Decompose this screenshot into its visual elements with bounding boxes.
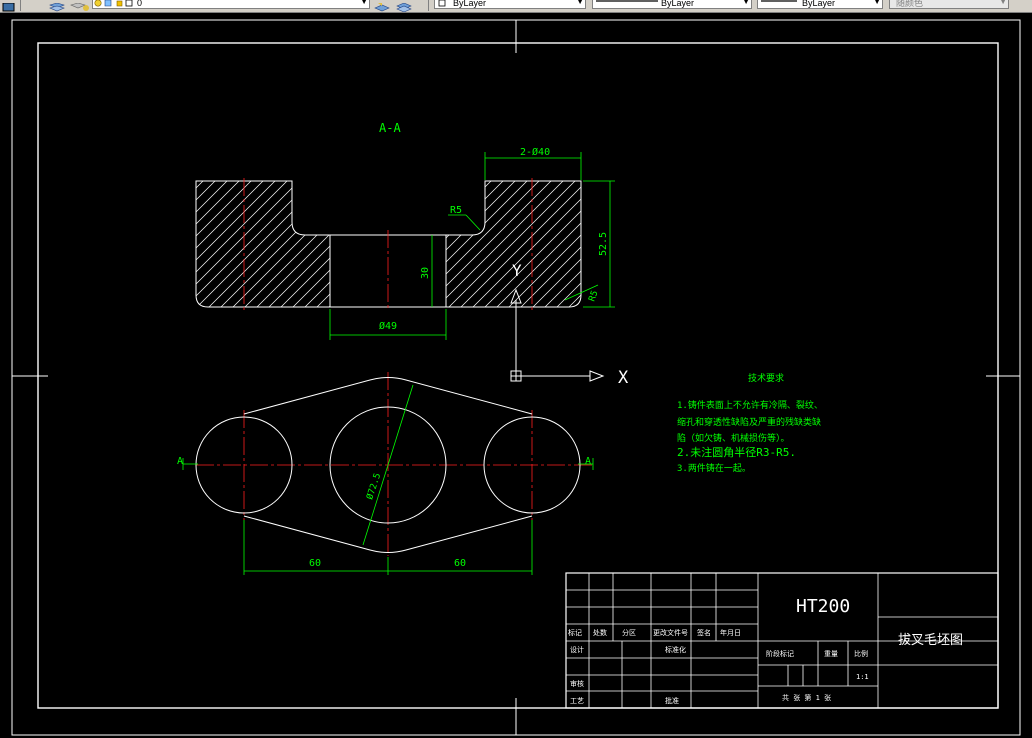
chevron-down-icon[interactable]: ▼ xyxy=(999,0,1007,6)
dim-72-5: Ø72.5 xyxy=(364,472,383,501)
make-object-layer-current-icon[interactable] xyxy=(374,0,390,12)
chevron-down-icon[interactable]: ▼ xyxy=(873,0,881,6)
tb-weight: 重量 xyxy=(824,650,838,658)
drawing-canvas[interactable]: A-A 2-Ø40 R5 52.5 30 R5 Ø49 X Y Ø72.5 60… xyxy=(0,12,1032,738)
autocad-window: 0 ▼ ByLayer ▼ ByLayer ▼ ByLayer ▼ 随颜色 ▼ xyxy=(0,0,1032,738)
tb-sign: 签名 xyxy=(697,628,711,637)
technical-notes: 技术要求 1.铸件表面上不允许有冷隔、裂纹、 缩孔和穿透性缺陷及严重的残缺类缺 … xyxy=(677,372,823,474)
tb-stage: 阶段标记 xyxy=(766,649,794,658)
dim-r5-top: R5 xyxy=(450,205,462,216)
tb-part-name: 拔叉毛坯图 xyxy=(898,633,963,648)
linetype-value: ByLayer xyxy=(661,0,695,8)
dim-30: 30 xyxy=(420,267,431,279)
toolbar-separator xyxy=(20,0,21,11)
dim-r5-side: R5 xyxy=(587,289,600,303)
tb-craft: 工艺 xyxy=(570,697,584,705)
notes-line-5: 3.两件铸在一起。 xyxy=(677,462,751,474)
color-dropdown[interactable]: ByLayer ▼ xyxy=(434,0,586,9)
layer-dropdown[interactable]: 0 ▼ xyxy=(92,0,370,9)
layer-manager-icon[interactable] xyxy=(2,0,16,12)
tb-approve: 批准 xyxy=(665,696,679,705)
color-value: ByLayer xyxy=(453,0,487,8)
notes-line-4: 2.未注圆角半径R3-R5. xyxy=(677,445,796,459)
toolbar-separator xyxy=(428,0,429,11)
ucs-x-label: X xyxy=(618,368,629,388)
linetype-dropdown[interactable]: ByLayer ▼ xyxy=(592,0,752,9)
layers-stack-icon[interactable] xyxy=(48,0,65,12)
tb-zone: 分区 xyxy=(622,628,636,637)
notes-title: 技术要求 xyxy=(748,372,784,384)
section-mark-right: A xyxy=(585,456,591,467)
plan-view[interactable] xyxy=(195,372,595,556)
tb-scale: 比例 xyxy=(854,649,868,658)
tb-std: 标准化 xyxy=(665,645,686,654)
layer-lock-icon xyxy=(116,0,123,7)
dim-52-5: 52.5 xyxy=(598,232,609,256)
tb-doc: 更改文件号 xyxy=(653,628,688,637)
tb-count: 处数 xyxy=(593,628,607,637)
notes-line-1: 1.铸件表面上不允许有冷隔、裂纹、 xyxy=(677,399,823,411)
dim-60-right: 60 xyxy=(454,558,466,569)
notes-line-2: 缩孔和穿透性缺陷及严重的残缺类缺 xyxy=(677,416,821,428)
plan-centerlines xyxy=(196,372,595,556)
layer-previous-icon[interactable] xyxy=(396,0,412,12)
section-view[interactable] xyxy=(195,178,582,310)
layer-state-icon[interactable] xyxy=(70,0,89,11)
tb-design: 设计 xyxy=(570,645,584,654)
notes-line-3: 陷（如欠铸、机械损伤等）。 xyxy=(677,432,790,444)
layer-on-icon xyxy=(94,0,102,7)
section-left-body xyxy=(195,180,331,308)
section-mark-left: A xyxy=(177,456,183,467)
dim-2x40: 2-Ø40 xyxy=(520,146,550,158)
chevron-down-icon[interactable]: ▼ xyxy=(576,0,584,6)
tb-sheets: 共 张 第 1 张 xyxy=(782,693,831,702)
lineweight-dropdown[interactable]: ByLayer ▼ xyxy=(757,0,883,9)
lineweight-value: ByLayer xyxy=(802,0,836,8)
chevron-down-icon[interactable]: ▼ xyxy=(360,0,368,6)
ucs-y-label: Y xyxy=(512,261,522,280)
layer-name: 0 xyxy=(137,0,143,8)
tb-mark: 标记 xyxy=(568,628,582,637)
plotstyle-dropdown[interactable]: 随颜色 ▼ xyxy=(889,0,1009,9)
layer-color-swatch xyxy=(125,0,133,7)
section-right-body xyxy=(445,180,582,308)
plotstyle-value: 随颜色 xyxy=(896,0,924,8)
section-label: A-A xyxy=(379,121,401,135)
tb-material: HT200 xyxy=(796,596,850,617)
dim-49: Ø49 xyxy=(379,320,397,332)
chevron-down-icon[interactable]: ▼ xyxy=(742,0,750,6)
tb-date: 年月日 xyxy=(720,628,741,637)
layer-freeze-icon xyxy=(104,0,112,7)
dim-60-left: 60 xyxy=(309,558,321,569)
tb-review: 审核 xyxy=(570,679,584,688)
tb-scale-value: 1:1 xyxy=(856,673,869,681)
